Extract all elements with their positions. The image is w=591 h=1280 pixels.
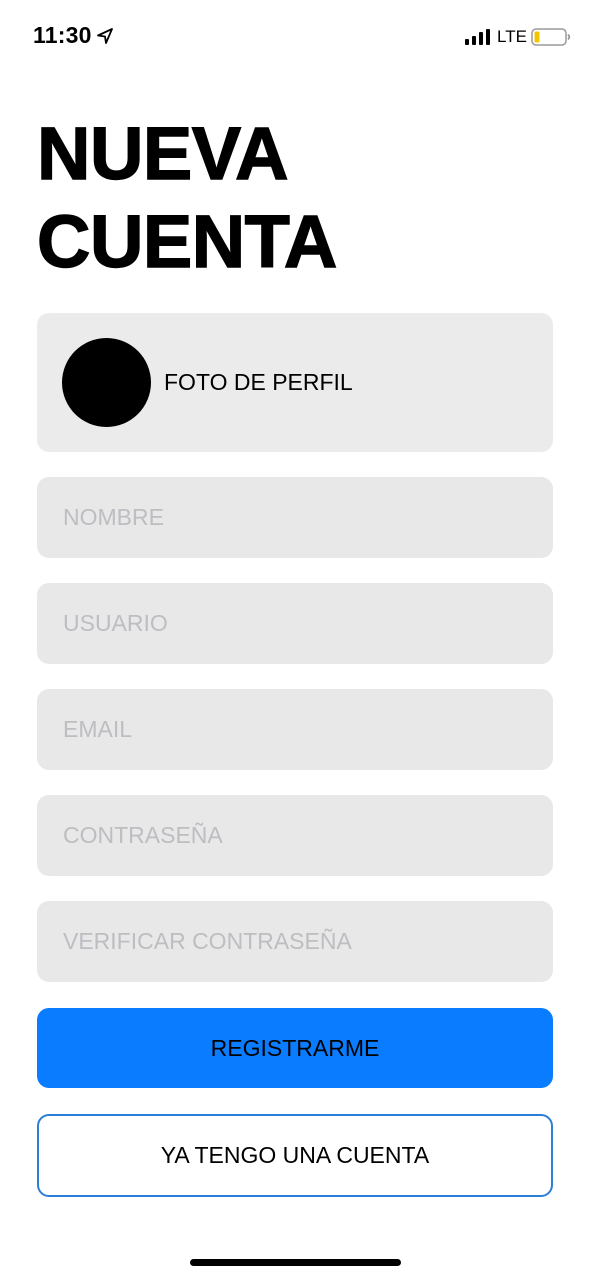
have-account-button[interactable]: YA TENGO UNA CUENTA	[37, 1114, 553, 1197]
page-title-line-1: NUEVA	[36, 111, 289, 195]
password-field[interactable]	[37, 795, 553, 876]
network-type-label: LTE	[497, 27, 527, 46]
register-button[interactable]: REGISTRARME	[37, 1008, 553, 1088]
username-field[interactable]	[37, 583, 553, 664]
page-title: NUEVA CUENTA	[36, 110, 338, 286]
verify-password-field[interactable]	[37, 901, 553, 982]
cellular-signal-icon	[465, 29, 490, 45]
page-title-line-2: CUENTA	[36, 199, 338, 283]
status-time: 11:30	[33, 22, 92, 48]
profile-photo-picker[interactable]: FOTO DE PERFIL	[37, 313, 553, 452]
location-arrow-icon	[97, 28, 113, 44]
home-indicator[interactable]	[190, 1259, 401, 1266]
email-field[interactable]	[37, 689, 553, 770]
avatar[interactable]	[62, 338, 151, 427]
status-bar: 11:30 LTE	[0, 0, 591, 72]
battery-low-icon	[531, 28, 571, 46]
profile-photo-label: FOTO DE PERFIL	[164, 369, 353, 395]
name-field[interactable]	[37, 477, 553, 558]
